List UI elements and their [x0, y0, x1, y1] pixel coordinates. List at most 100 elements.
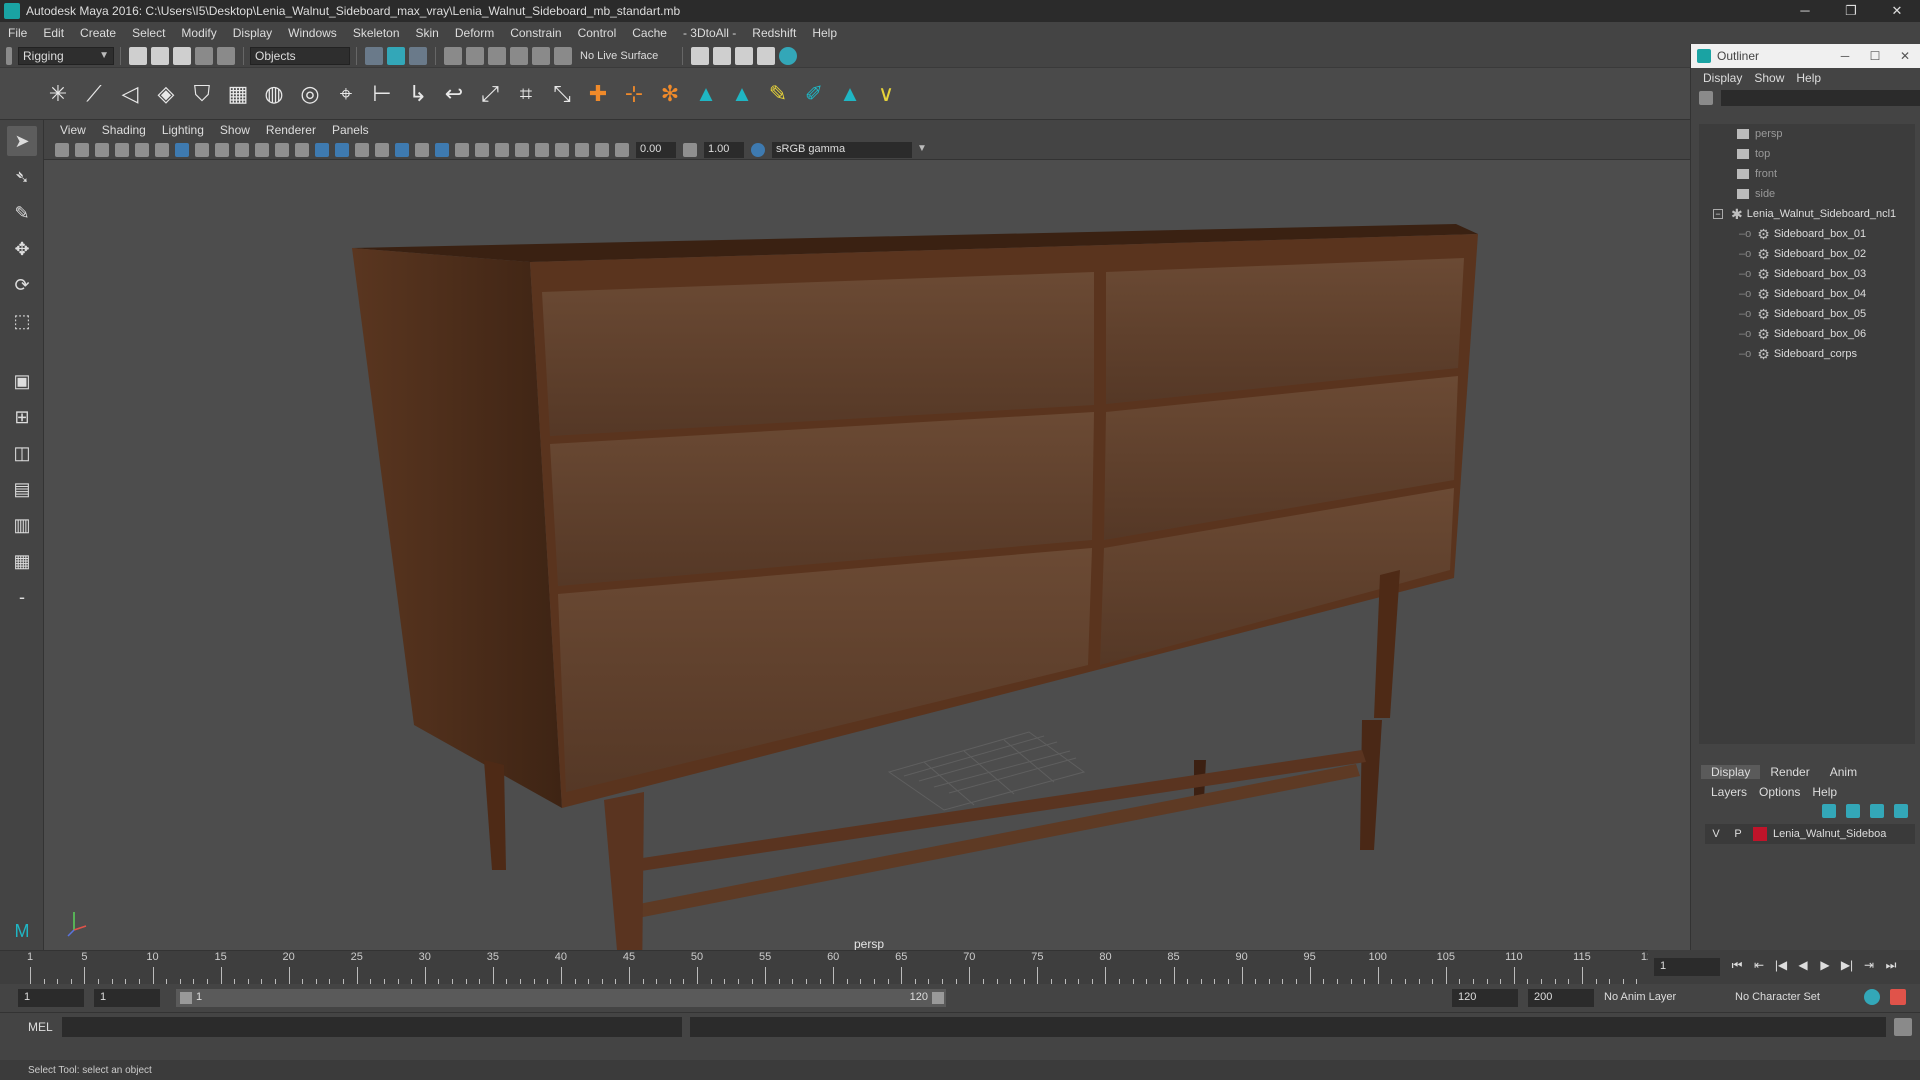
redo-icon[interactable]: [217, 46, 235, 65]
layer-color-swatch[interactable]: [1753, 827, 1767, 841]
more-layouts-icon[interactable]: -: [7, 582, 37, 612]
grease-pencil-icon[interactable]: [155, 142, 169, 157]
live-surface-label[interactable]: No Live Surface: [580, 50, 658, 62]
wireframe-icon[interactable]: [315, 142, 329, 157]
layer-tab-display[interactable]: Display: [1701, 765, 1761, 779]
menu-redshift[interactable]: Redshift: [744, 26, 804, 40]
safe-action-icon[interactable]: [275, 142, 289, 157]
layer-visibility-toggle[interactable]: V: [1705, 828, 1727, 840]
gamma-icon[interactable]: [683, 142, 697, 157]
time-ruler[interactable]: 1 5 10 15 20 25 30 35 40 45 50 55 60 65 70 75 80 85 90 95 10…: [27, 951, 1659, 985]
range-start-handle[interactable]: [180, 992, 192, 1004]
outliner-menu-display[interactable]: Display: [1697, 71, 1748, 85]
menu-deform[interactable]: Deform: [447, 26, 502, 40]
outliner-item-top[interactable]: top: [1699, 144, 1915, 164]
outliner-item-front[interactable]: front: [1699, 164, 1915, 184]
move-tool-icon[interactable]: ✥: [7, 234, 37, 264]
menu-control[interactable]: Control: [570, 26, 625, 40]
command-input[interactable]: [62, 1016, 682, 1037]
insert-joint-icon[interactable]: ◈: [151, 79, 181, 109]
outliner-menu-help[interactable]: Help: [1790, 71, 1827, 85]
locator-icon[interactable]: ✚: [583, 79, 613, 109]
render-settings-icon[interactable]: [691, 46, 710, 65]
ipr-render-icon[interactable]: [735, 46, 754, 65]
resolution-gate-icon[interactable]: [215, 142, 229, 157]
lights-icon[interactable]: [415, 142, 429, 157]
select-hierarchy-icon[interactable]: [365, 46, 383, 65]
anti-aliasing-icon[interactable]: [495, 142, 509, 157]
layout-persp-outliner-icon[interactable]: ▤: [7, 474, 37, 504]
select-component-icon[interactable]: [409, 46, 427, 65]
outliner-search-input[interactable]: [1720, 90, 1920, 106]
snap-curve-icon[interactable]: [466, 46, 484, 65]
step-back-key-icon[interactable]: ⇤: [1750, 958, 1768, 976]
preferences-icon[interactable]: [1890, 989, 1906, 1005]
wrap-icon[interactable]: ⌖: [331, 79, 361, 109]
ambient-occlusion-icon[interactable]: [455, 142, 469, 157]
new-layer-selected-icon[interactable]: [1894, 804, 1908, 818]
range-slider[interactable]: 1 120: [176, 989, 946, 1007]
time-slider[interactable]: 1 5 10 15 20 25 30 35 40 45 50 55 60 65 70 75 80 85 90 95 10…: [0, 950, 1690, 985]
selection-mode-dropdown[interactable]: Objects: [250, 46, 350, 65]
hik-icon[interactable]: ▲: [691, 79, 721, 109]
bind-skin-icon[interactable]: ⊢: [367, 79, 397, 109]
lasso-tool-icon[interactable]: ➴: [7, 162, 37, 192]
step-forward-frame-icon[interactable]: ▶|: [1838, 958, 1856, 976]
open-scene-icon[interactable]: [151, 46, 169, 65]
snap-surface-icon[interactable]: [532, 46, 550, 65]
set-key-icon[interactable]: ✎: [763, 79, 793, 109]
menu-windows[interactable]: Windows: [280, 26, 345, 40]
viewport-menu-show[interactable]: Show: [212, 123, 258, 137]
depth-of-field-icon[interactable]: [515, 142, 529, 157]
outliner-item-child[interactable]: –o ⚙ Sideboard_box_06: [1699, 324, 1915, 344]
xray-components-icon[interactable]: [595, 142, 609, 157]
close-icon[interactable]: ✕: [1890, 49, 1920, 63]
menu-display[interactable]: Display: [225, 26, 280, 40]
outliner-item-persp[interactable]: persp: [1699, 124, 1915, 144]
save-scene-icon[interactable]: [173, 46, 191, 65]
outliner-item-child[interactable]: –o ⚙ Sideboard_box_01: [1699, 224, 1915, 244]
layout-hypershade-icon[interactable]: ▦: [7, 546, 37, 576]
viewport-menu-panels[interactable]: Panels: [324, 123, 377, 137]
step-back-frame-icon[interactable]: |◀: [1772, 958, 1790, 976]
ik-handle-icon[interactable]: ⟋: [79, 79, 109, 109]
play-forward-icon[interactable]: ▶: [1816, 958, 1834, 976]
2d-pan-icon[interactable]: [135, 142, 149, 157]
outliner-item-child[interactable]: –o ⚙ Sideboard_box_03: [1699, 264, 1915, 284]
character-set-dropdown[interactable]: No Character Set: [1735, 991, 1820, 1003]
bookmark-icon[interactable]: [95, 142, 109, 157]
menu-create[interactable]: Create: [72, 26, 124, 40]
ik-spline-icon[interactable]: ◁: [115, 79, 145, 109]
range-end-handle[interactable]: [932, 992, 944, 1004]
animation-start-input[interactable]: 1: [18, 989, 84, 1007]
layer-playback-toggle[interactable]: P: [1727, 828, 1749, 840]
select-object-icon[interactable]: [387, 46, 405, 65]
viewport-menu-renderer[interactable]: Renderer: [258, 123, 324, 137]
snap-grid-icon[interactable]: [444, 46, 462, 65]
collapse-icon[interactable]: −: [1713, 209, 1723, 219]
default-material-icon[interactable]: [355, 142, 369, 157]
outliner-item-group[interactable]: − ✱ Lenia_Walnut_Sideboard_ncl1: [1699, 204, 1915, 224]
camera-attr-icon[interactable]: [75, 142, 89, 157]
viewport-scene[interactable]: persp: [44, 160, 1690, 985]
magnet-icon[interactable]: [554, 46, 572, 65]
layer-menu-layers[interactable]: Layers: [1705, 785, 1753, 799]
layout-single-icon[interactable]: ▣: [7, 366, 37, 396]
xray-icon[interactable]: [555, 142, 569, 157]
new-layer-icon[interactable]: [1870, 804, 1884, 818]
render-frame-icon[interactable]: [713, 46, 732, 65]
layout-two-icon[interactable]: ◫: [7, 438, 37, 468]
viewport-menu-view[interactable]: View: [52, 123, 94, 137]
menu-skin[interactable]: Skin: [408, 26, 447, 40]
paint-select-icon[interactable]: ✎: [7, 198, 37, 228]
rigid-bind-icon[interactable]: ↩: [439, 79, 469, 109]
outliner-item-child[interactable]: –o ⚙ Sideboard_corps: [1699, 344, 1915, 364]
menu-cache[interactable]: Cache: [624, 26, 675, 40]
smooth-shade-icon[interactable]: [335, 142, 349, 157]
film-gate-icon[interactable]: [195, 142, 209, 157]
minimize-icon[interactable]: ─: [1782, 3, 1828, 19]
step-forward-key-icon[interactable]: ⇥: [1860, 958, 1878, 976]
snap-view-icon[interactable]: [510, 46, 528, 65]
gate-mask-icon[interactable]: [235, 142, 249, 157]
skeleton-icon[interactable]: ⛉: [187, 79, 217, 109]
